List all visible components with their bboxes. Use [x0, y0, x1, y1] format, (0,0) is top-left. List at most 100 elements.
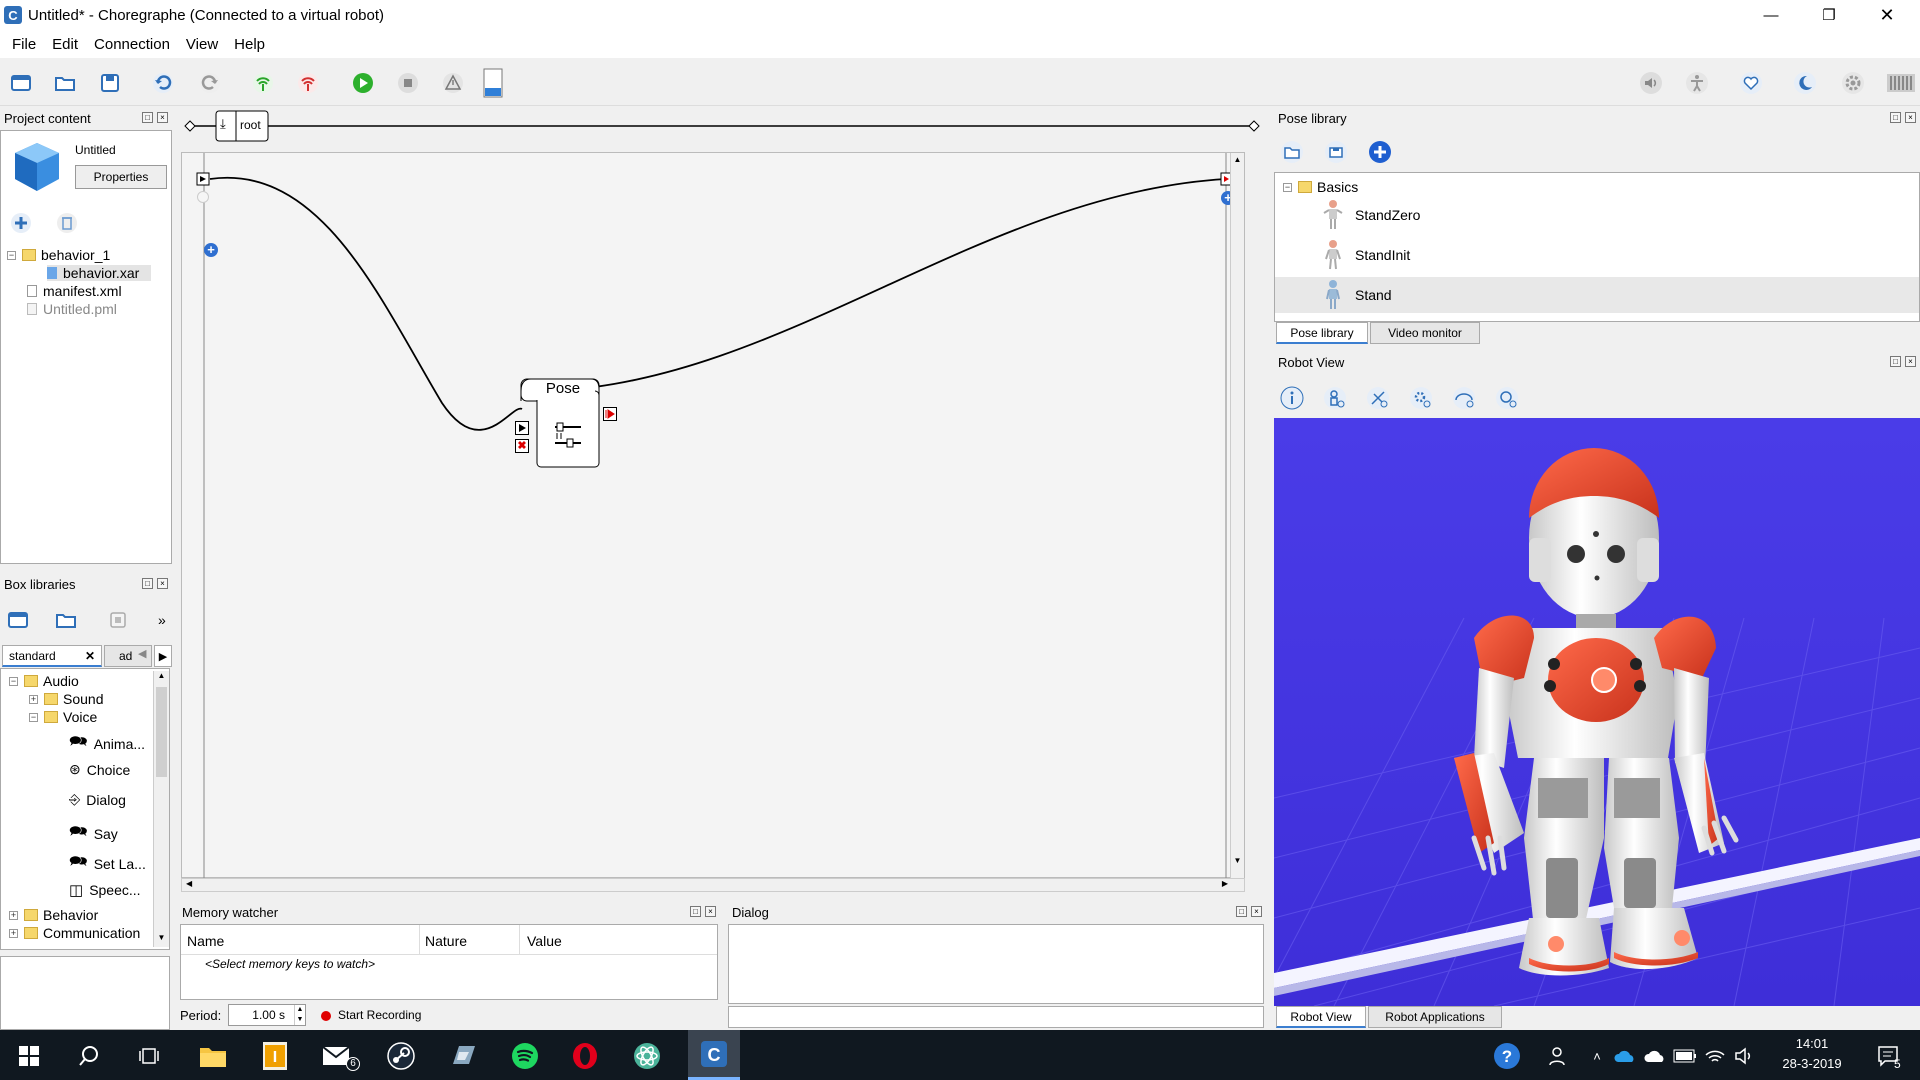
save-project-icon[interactable]: [95, 68, 125, 98]
open-library-icon[interactable]: [54, 608, 78, 632]
period-stepper-icon[interactable]: ▲ ▼: [294, 1005, 305, 1025]
column-name[interactable]: Name: [187, 933, 224, 949]
new-project-icon[interactable]: [6, 68, 36, 98]
choregraphe-icon[interactable]: C: [688, 1030, 740, 1080]
library-box-animated-say[interactable]: 🗪 Anima...: [69, 731, 145, 756]
pose-box[interactable]: Pose ✖: [515, 377, 617, 469]
library-scrollbar[interactable]: ▲ ▼: [153, 671, 169, 947]
library-settings-icon[interactable]: [106, 608, 130, 632]
float-panel-icon[interactable]: □: [1890, 356, 1901, 367]
close-panel-icon[interactable]: ×: [157, 112, 168, 123]
pose-item-standzero[interactable]: StandZero: [1323, 197, 1420, 233]
close-panel-icon[interactable]: ×: [1905, 112, 1916, 123]
autonomous-life-icon[interactable]: [1736, 68, 1766, 98]
tree-item-behavior-1[interactable]: − behavior_1: [7, 247, 110, 263]
view-robot-body-icon[interactable]: [1323, 386, 1349, 412]
breadcrumb-root[interactable]: root: [240, 118, 261, 132]
library-folder-communication[interactable]: + Communication: [9, 925, 140, 941]
people-icon[interactable]: [1542, 1039, 1576, 1073]
canvas-vertical-scrollbar[interactable]: ▲ ▼: [1230, 153, 1244, 879]
animation-mode-icon[interactable]: [1682, 68, 1712, 98]
tab-standard[interactable]: standard ✕: [2, 645, 102, 667]
close-window-button[interactable]: ✕: [1864, 0, 1910, 30]
disconnect-icon[interactable]: [293, 68, 323, 98]
add-input-icon[interactable]: +: [204, 243, 218, 257]
library-folder-audio[interactable]: − Audio: [9, 673, 79, 689]
onedrive-icon[interactable]: [1612, 1039, 1638, 1073]
restore-button[interactable]: ❐: [1806, 0, 1852, 30]
menu-file[interactable]: File: [4, 36, 44, 53]
show-hidden-icons-icon[interactable]: ˄: [1586, 1039, 1608, 1073]
tab-scroll-right-icon[interactable]: ▶: [154, 645, 172, 667]
flow-diagram-canvas[interactable]: + + Pose ✖ ▲ ▼: [181, 152, 1245, 879]
connect-icon[interactable]: [248, 68, 278, 98]
delete-file-icon[interactable]: [55, 211, 79, 235]
tab-robot-applications[interactable]: Robot Applications: [1368, 1006, 1502, 1028]
search-icon[interactable]: [72, 1039, 106, 1073]
column-nature[interactable]: Nature: [425, 933, 467, 949]
speaker-icon[interactable]: [1732, 1039, 1758, 1073]
float-panel-icon[interactable]: □: [1236, 906, 1247, 917]
breadcrumb-down-icon[interactable]: ⤓: [220, 116, 226, 132]
file-explorer-icon[interactable]: [196, 1039, 230, 1073]
tree-item-behavior-xar[interactable]: behavior.xar: [47, 265, 152, 281]
help-icon[interactable]: ?: [1490, 1039, 1524, 1073]
library-box-set-language[interactable]: 🗪 Set La...: [69, 851, 146, 876]
close-panel-icon[interactable]: ×: [1251, 906, 1262, 917]
redo-icon[interactable]: [195, 68, 225, 98]
notifications-icon[interactable]: 5: [1872, 1039, 1906, 1073]
close-panel-icon[interactable]: ×: [157, 578, 168, 589]
library-box-speech-reco[interactable]: ◫ Speec...: [69, 881, 141, 899]
stop-icon[interactable]: [393, 68, 423, 98]
task-view-icon[interactable]: [132, 1039, 166, 1073]
tab-robot-view[interactable]: Robot View: [1276, 1006, 1366, 1028]
tree-item-pml[interactable]: Untitled.pml: [27, 301, 117, 317]
settings-gear-icon[interactable]: [1838, 68, 1868, 98]
open-pose-library-icon[interactable]: [1280, 140, 1306, 166]
robot-3d-view[interactable]: [1274, 418, 1920, 1006]
dialog-input-field[interactable]: [728, 1006, 1264, 1028]
steam-icon[interactable]: [384, 1039, 418, 1073]
battery-tray-icon[interactable]: [1672, 1039, 1698, 1073]
add-file-icon[interactable]: [9, 211, 33, 235]
library-box-say[interactable]: 🗪 Say: [69, 821, 118, 846]
column-value[interactable]: Value: [527, 933, 562, 949]
menu-help[interactable]: Help: [226, 36, 273, 53]
library-folder-behavior[interactable]: + Behavior: [9, 907, 98, 923]
volume-icon[interactable]: [1636, 68, 1666, 98]
undo-icon[interactable]: [148, 68, 178, 98]
close-panel-icon[interactable]: ×: [705, 906, 716, 917]
view-zoom-icon[interactable]: [1495, 386, 1521, 412]
clock-date[interactable]: 28-3-2019: [1762, 1056, 1862, 1071]
float-panel-icon[interactable]: □: [142, 578, 153, 589]
float-panel-icon[interactable]: □: [142, 112, 153, 123]
menu-connection[interactable]: Connection: [86, 36, 178, 53]
clock-time[interactable]: 14:01: [1762, 1036, 1862, 1051]
view-camera-icon[interactable]: [1452, 386, 1478, 412]
debug-warning-icon[interactable]: [438, 68, 468, 98]
pose-group-basics[interactable]: − Basics: [1283, 179, 1358, 195]
properties-button[interactable]: Properties: [75, 165, 167, 189]
start-recording-button[interactable]: Start Recording: [338, 1008, 421, 1022]
info-icon[interactable]: [1280, 386, 1306, 412]
add-pose-icon[interactable]: [1368, 140, 1394, 166]
float-panel-icon[interactable]: □: [690, 906, 701, 917]
library-folder-voice[interactable]: − Voice: [29, 709, 97, 725]
pose-item-standinit[interactable]: StandInit: [1323, 237, 1410, 273]
pose-onstop-input[interactable]: ✖: [515, 439, 529, 453]
library-box-choice[interactable]: ⊛ Choice: [69, 761, 130, 778]
view-joints-icon[interactable]: [1366, 386, 1392, 412]
pose-ondone-output[interactable]: [603, 407, 617, 421]
mail-icon[interactable]: 6: [320, 1039, 360, 1073]
more-icon[interactable]: »: [158, 612, 166, 628]
memory-keys-placeholder[interactable]: <Select memory keys to watch>: [205, 957, 375, 971]
impress-app-icon[interactable]: I: [258, 1039, 292, 1073]
menu-edit[interactable]: Edit: [44, 36, 86, 53]
play-icon[interactable]: [348, 68, 378, 98]
opera-icon[interactable]: [568, 1039, 602, 1073]
tab-video-monitor[interactable]: Video monitor: [1370, 322, 1480, 344]
rest-icon[interactable]: [1790, 68, 1820, 98]
close-panel-icon[interactable]: ×: [1905, 356, 1916, 367]
tab-pose-library[interactable]: Pose library: [1276, 322, 1368, 344]
minimize-button[interactable]: —: [1748, 0, 1794, 30]
